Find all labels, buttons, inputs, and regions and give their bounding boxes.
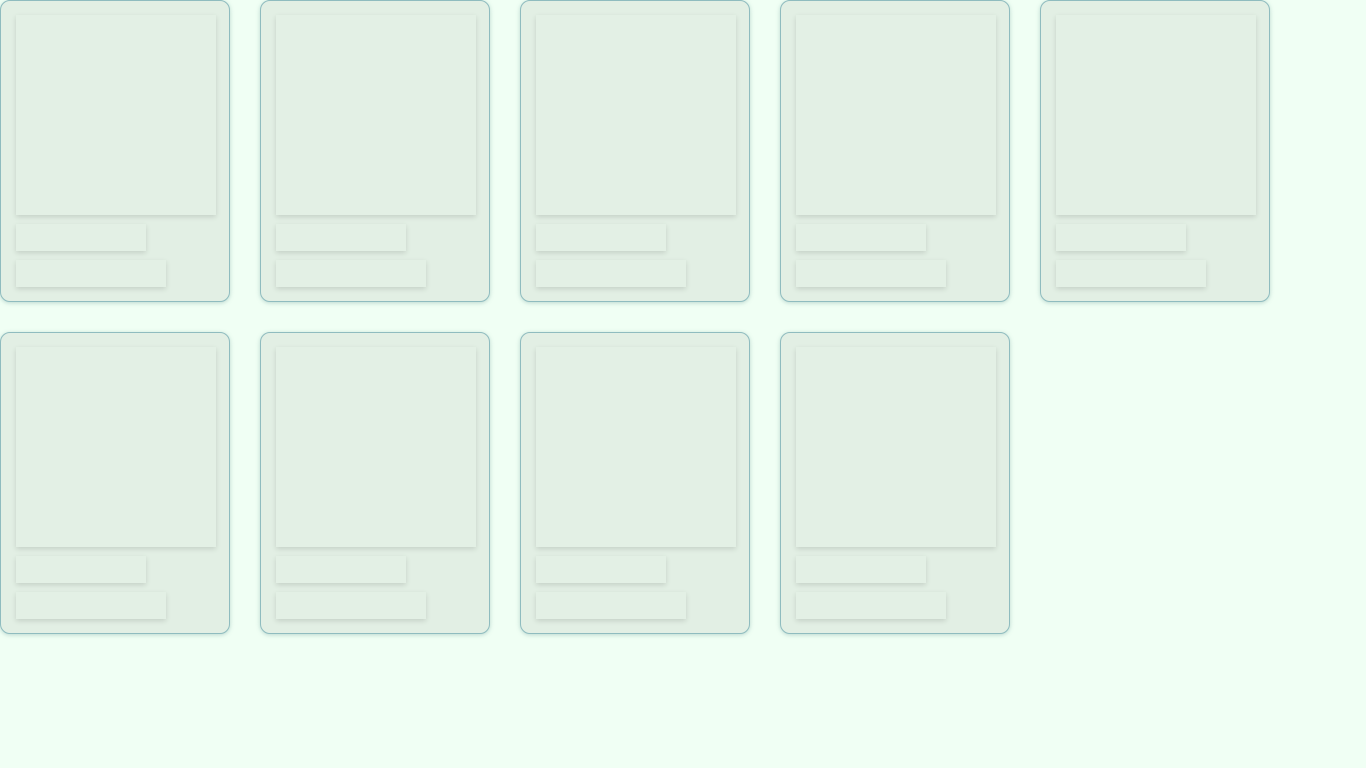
skeleton-title-line [1056,224,1186,251]
skeleton-title-line [276,224,406,251]
skeleton-subtitle-line [536,260,686,287]
skeleton-title-line [796,224,926,251]
skeleton-card-3 [520,0,750,302]
skeleton-card-9 [780,332,1010,634]
skeleton-title-line [16,556,146,583]
skeleton-card-2 [260,0,490,302]
skeleton-thumbnail [276,15,476,215]
skeleton-thumbnail [16,15,216,215]
skeleton-card-7 [260,332,490,634]
skeleton-subtitle-line [276,260,426,287]
skeleton-subtitle-line [276,592,426,619]
skeleton-thumbnail [536,15,736,215]
skeleton-subtitle-line [16,260,166,287]
skeleton-thumbnail [276,347,476,547]
skeleton-card-grid [0,0,1270,634]
skeleton-card-6 [0,332,230,634]
skeleton-title-line [796,556,926,583]
skeleton-title-line [276,556,406,583]
skeleton-thumbnail [796,347,996,547]
skeleton-thumbnail [796,15,996,215]
skeleton-subtitle-line [796,260,946,287]
skeleton-card-5 [1040,0,1270,302]
skeleton-subtitle-line [1056,260,1206,287]
skeleton-title-line [536,224,666,251]
skeleton-card-8 [520,332,750,634]
skeleton-card-4 [780,0,1010,302]
skeleton-title-line [16,224,146,251]
skeleton-thumbnail [16,347,216,547]
skeleton-subtitle-line [796,592,946,619]
skeleton-card-1 [0,0,230,302]
skeleton-subtitle-line [16,592,166,619]
skeleton-subtitle-line [536,592,686,619]
skeleton-title-line [536,556,666,583]
skeleton-thumbnail [536,347,736,547]
skeleton-thumbnail [1056,15,1256,215]
